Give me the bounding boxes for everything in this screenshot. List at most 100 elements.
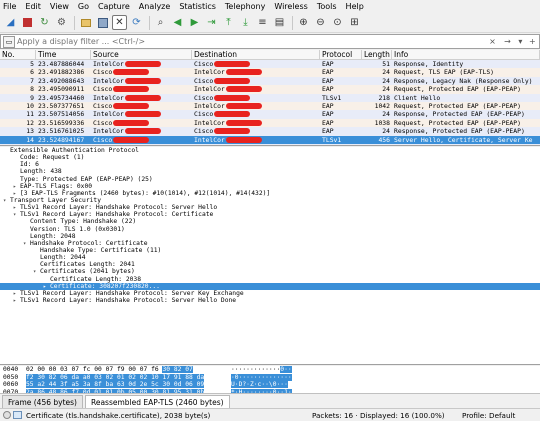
detail-tree-item[interactable]: Certificate Length: 2038 bbox=[0, 276, 540, 283]
column-header-no[interactable]: No. bbox=[0, 50, 36, 59]
packet-row[interactable]: 13 23.516761025 IntelCor Cisco EAP 24 Response… bbox=[0, 127, 540, 136]
packet-row[interactable]: 9 23.495734460 IntelCor Cisco TLSv1 218 Client… bbox=[0, 93, 540, 102]
packet-row[interactable]: 10 23.507377651 Cisco IntelCor EAP 1042 Reques… bbox=[0, 101, 540, 111]
expand-arrow-icon[interactable]: ▸ bbox=[13, 298, 20, 304]
zoom-out-icon[interactable]: ⊖ bbox=[313, 15, 328, 30]
column-header-info[interactable]: Info bbox=[392, 50, 540, 59]
packet-source: Cisco bbox=[91, 85, 192, 93]
detail-tree-item[interactable]: ▾ Certificates (2041 bytes) bbox=[0, 268, 540, 275]
expand-arrow-icon[interactable]: ▸ bbox=[13, 184, 20, 190]
packet-length: 51 bbox=[362, 60, 392, 68]
shark-fin-icon[interactable]: ◢ bbox=[3, 15, 18, 30]
zoom-in-icon[interactable]: ⊕ bbox=[296, 15, 311, 30]
forward-icon[interactable]: ▶ bbox=[187, 15, 202, 30]
detail-tree-item[interactable]: ▸ [3 EAP-TLS Fragments (2460 bytes): #10(… bbox=[0, 190, 540, 197]
column-header-time[interactable]: Time bbox=[36, 50, 91, 59]
close-file-icon[interactable]: ✕ bbox=[112, 15, 127, 30]
collapse-arrow-icon[interactable]: ▾ bbox=[23, 241, 30, 247]
packet-row[interactable]: 15 23.526116955 IntelCor Cisco TLSv1 35 Alert … bbox=[0, 143, 540, 145]
detail-tree-item[interactable]: Handshake Type: Certificate (11) bbox=[0, 247, 540, 254]
collapse-arrow-icon[interactable]: ▾ bbox=[3, 198, 10, 204]
detail-tree-item[interactable]: ▾ Handshake Protocol: Certificate bbox=[0, 240, 540, 247]
menu-telephony[interactable]: Telephony bbox=[225, 0, 265, 13]
detail-tree-item[interactable]: Certificates Length: 2041 bbox=[0, 261, 540, 268]
column-header-source[interactable]: Source bbox=[91, 50, 192, 59]
detail-tree-item[interactable]: ▾ Transport Layer Security bbox=[0, 197, 540, 204]
find-icon[interactable]: ⌕ bbox=[153, 15, 168, 30]
menu-tools[interactable]: Tools bbox=[317, 0, 337, 13]
gear-icon[interactable]: ⚙ bbox=[54, 15, 69, 30]
toolbar-separator bbox=[292, 15, 293, 30]
detail-tree-item[interactable]: Extensible Authentication Protocol bbox=[0, 147, 540, 154]
menu-view[interactable]: View bbox=[50, 0, 69, 13]
status-profile[interactable]: Profile: Default bbox=[462, 411, 540, 420]
collapse-arrow-icon[interactable]: ▾ bbox=[13, 212, 20, 218]
detail-tree-item[interactable]: Length: 2044 bbox=[0, 254, 540, 261]
column-header-protocol[interactable]: Protocol bbox=[320, 50, 362, 59]
stop-icon[interactable] bbox=[20, 15, 35, 30]
hex-bytes[interactable]: 02 00 00 03 07 fc 00 07 f9 00 07 f6 30 8… bbox=[26, 366, 231, 374]
hex-bytes[interactable]: 55 a2 44 3f a5 3a 8f ba 63 0d 2e 5c 30 0… bbox=[26, 381, 231, 389]
detail-tree-item[interactable]: ▸ EAP-TLS Flags: 0x00 bbox=[0, 183, 540, 190]
packet-row[interactable]: 6 23.491882386 Cisco IntelCor EAP 24 Request, … bbox=[0, 68, 540, 77]
colorize-icon[interactable]: ▤ bbox=[272, 15, 287, 30]
display-filter-input[interactable] bbox=[17, 35, 485, 48]
packet-row[interactable]: 8 23.495090911 Cisco IntelCor EAP 24 Request, … bbox=[0, 85, 540, 94]
detail-tree-item[interactable]: ▸ TLSv1 Record Layer: Handshake Protocol:… bbox=[0, 297, 540, 304]
detail-tree-label: Length: 2044 bbox=[40, 254, 86, 262]
detail-tree-item[interactable]: Type: Protected EAP (EAP-PEAP) (25) bbox=[0, 176, 540, 183]
expert-info-icon[interactable] bbox=[3, 411, 11, 419]
menu-file[interactable]: File bbox=[3, 0, 16, 13]
menu-statistics[interactable]: Statistics bbox=[179, 0, 216, 13]
save-icon[interactable] bbox=[95, 15, 110, 30]
packet-row[interactable]: 14 23.524894167 Cisco IntelCor TLSv1 456 Serve… bbox=[0, 135, 540, 144]
packet-row[interactable]: 11 23.507514056 IntelCor Cisco EAP 24 Response… bbox=[0, 110, 540, 119]
menu-help[interactable]: Help bbox=[346, 0, 364, 13]
packet-source-text: IntelCor bbox=[93, 144, 124, 145]
collapse-arrow-icon[interactable]: ▾ bbox=[33, 269, 40, 275]
autoscroll-icon[interactable]: ≡ bbox=[255, 15, 270, 30]
zoom-reset-icon[interactable]: ⊙ bbox=[330, 15, 345, 30]
detail-tree-item[interactable]: Code: Request (1) bbox=[0, 154, 540, 161]
apply-filter-icon[interactable]: → bbox=[504, 37, 511, 46]
restart-icon[interactable]: ↻ bbox=[37, 15, 52, 30]
packet-row[interactable]: 7 23.492088643 IntelCor Cisco EAP 24 Response,… bbox=[0, 76, 540, 86]
hex-bytes[interactable]: f2 30 82 06 da a0 03 02 01 02 02 10 17 9… bbox=[26, 373, 231, 382]
redaction-mark bbox=[113, 69, 150, 76]
capture-comment-icon[interactable] bbox=[13, 411, 22, 419]
open-file-icon[interactable] bbox=[78, 15, 93, 30]
menu-capture[interactable]: Capture bbox=[98, 0, 130, 13]
detail-tree-item[interactable]: ▾ TLSv1 Record Layer: Handshake Protocol:… bbox=[0, 211, 540, 218]
bookmark-icon[interactable]: ▭ bbox=[3, 35, 15, 48]
detail-tree-item[interactable]: ▸ TLSv1 Record Layer: Handshake Protocol:… bbox=[0, 290, 540, 297]
packet-row[interactable]: 12 23.516599336 Cisco IntelCor EAP 1038 Reques… bbox=[0, 118, 540, 128]
detail-tree-item[interactable]: Id: 6 bbox=[0, 161, 540, 168]
last-icon[interactable]: ⤓ bbox=[238, 15, 253, 30]
detail-tree-item[interactable]: Length: 438 bbox=[0, 168, 540, 175]
tab-frame[interactable]: Frame (456 bytes) bbox=[2, 395, 83, 408]
packet-row[interactable]: 5 23.487886044 IntelCor Cisco EAP 51 Response,… bbox=[0, 60, 540, 69]
detail-tree-item[interactable]: Length: 2048 bbox=[0, 233, 540, 240]
detail-tree-item[interactable]: Content Type: Handshake (22) bbox=[0, 218, 540, 225]
detail-tree-item[interactable]: Version: TLS 1.0 (0x0301) bbox=[0, 226, 540, 233]
goto-icon[interactable]: ⇥ bbox=[204, 15, 219, 30]
resize-columns-icon[interactable]: ⊞ bbox=[347, 15, 362, 30]
hex-ascii[interactable]: U·D?·Z·c··\0··· bbox=[231, 381, 311, 389]
menu-wireless[interactable]: Wireless bbox=[274, 0, 307, 13]
detail-tree-item[interactable]: ▸ TLSv1 Record Layer: Handshake Protocol:… bbox=[0, 204, 540, 211]
menu-edit[interactable]: Edit bbox=[25, 0, 41, 13]
first-icon[interactable]: ⤒ bbox=[221, 15, 236, 30]
hex-ascii[interactable]: ·0·············· bbox=[231, 373, 311, 382]
column-header-length[interactable]: Length bbox=[362, 50, 392, 59]
column-header-destination[interactable]: Destination bbox=[192, 50, 320, 59]
tab-reassembled-eap-tls[interactable]: Reassembled EAP-TLS (2460 bytes) bbox=[84, 395, 230, 408]
add-expression-icon[interactable]: + bbox=[529, 37, 536, 46]
clear-filter-icon[interactable]: × bbox=[489, 37, 496, 46]
hex-ascii[interactable]: ·············0·· bbox=[231, 366, 311, 374]
menu-analyze[interactable]: Analyze bbox=[139, 0, 171, 13]
reload-icon[interactable]: ⟳ bbox=[129, 15, 144, 30]
detail-tree-item[interactable]: ▸ Certificate: 308207f230820... bbox=[0, 282, 540, 290]
menu-go[interactable]: Go bbox=[78, 0, 89, 13]
filter-history-dropdown-icon[interactable]: ▾ bbox=[518, 37, 522, 46]
back-icon[interactable]: ◀ bbox=[170, 15, 185, 30]
